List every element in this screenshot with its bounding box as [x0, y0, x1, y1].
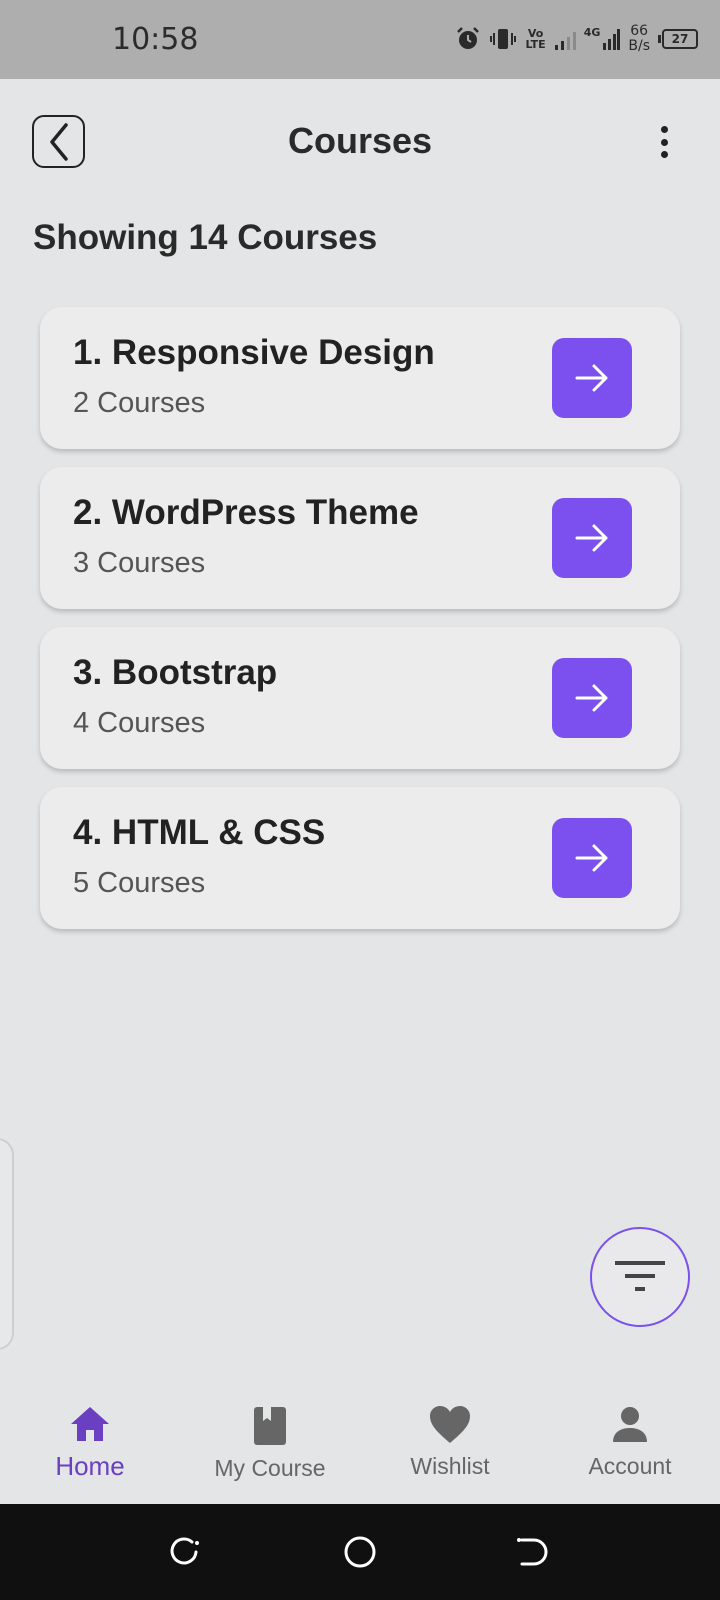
course-title: 3. Bootstrap — [73, 653, 278, 692]
arrow-right-icon — [575, 844, 608, 872]
open-course-button[interactable] — [552, 818, 632, 898]
signal-icon — [554, 32, 576, 50]
vibrate-icon — [490, 29, 517, 49]
arrow-right-icon — [575, 524, 608, 552]
home-system-icon[interactable] — [342, 1534, 378, 1570]
network-speed: 66 B/s — [628, 23, 650, 54]
course-card[interactable]: 1. Responsive Design 2 Courses — [40, 307, 680, 449]
recent-apps-icon[interactable] — [166, 1534, 202, 1570]
course-card[interactable]: 2. WordPress Theme 3 Courses — [40, 467, 680, 609]
course-title: 1. Responsive Design — [73, 333, 435, 372]
course-card[interactable]: 3. Bootstrap 4 Courses — [40, 627, 680, 769]
nav-my-course-label: My Course — [214, 1455, 326, 1481]
arrow-right-icon — [575, 364, 608, 392]
alarm-icon — [457, 27, 480, 49]
battery-icon: 27 — [658, 29, 698, 49]
open-course-button[interactable] — [552, 498, 632, 578]
network-4g-indicator: 4G — [584, 27, 621, 51]
battery-level: 27 — [671, 31, 689, 46]
filter-icon — [615, 1261, 665, 1291]
course-count: 5 Courses — [73, 867, 206, 899]
nav-home-label: Home — [55, 1451, 125, 1481]
open-course-button[interactable] — [552, 338, 632, 418]
more-vertical-icon — [660, 126, 668, 133]
status-icons: Vo LTE 4G 66 B/s 27 — [455, 22, 698, 56]
nav-account[interactable]: Account — [540, 1390, 720, 1504]
volte-indicator: Vo LTE — [525, 27, 546, 51]
course-count: 2 Courses — [73, 387, 206, 419]
nav-home[interactable]: Home — [0, 1390, 180, 1504]
arrow-right-icon — [575, 684, 608, 712]
course-list: 1. Responsive Design 2 Courses 2. WordPr… — [40, 307, 680, 947]
nav-my-course[interactable]: My Course — [180, 1390, 360, 1504]
course-card[interactable]: 4. HTML & CSS 5 Courses — [40, 787, 680, 929]
nav-wishlist[interactable]: Wishlist — [360, 1390, 540, 1504]
page-title: Courses — [287, 120, 433, 161]
person-icon — [613, 1407, 647, 1442]
more-options-button[interactable] — [648, 122, 680, 162]
home-icon — [71, 1407, 109, 1441]
book-icon — [254, 1407, 286, 1445]
filter-button[interactable] — [590, 1227, 690, 1327]
course-title: 2. WordPress Theme — [73, 493, 419, 532]
course-count-summary: Showing 14 Courses — [33, 218, 378, 257]
nav-wishlist-label: Wishlist — [410, 1453, 490, 1479]
heart-icon — [430, 1406, 470, 1443]
nav-account-label: Account — [588, 1453, 672, 1479]
course-title: 4. HTML & CSS — [73, 813, 326, 852]
status-bar: 10:58 Vo LTE 4G 66 B/s 27 — [0, 0, 720, 79]
course-count: 4 Courses — [73, 707, 206, 739]
back-system-icon[interactable] — [514, 1534, 550, 1570]
status-time: 10:58 — [112, 22, 199, 57]
open-course-button[interactable] — [552, 658, 632, 738]
bottom-navigation: Home My Course Wishlist Account — [0, 1390, 720, 1504]
course-count: 3 Courses — [73, 547, 206, 579]
side-drawer-handle[interactable] — [0, 1138, 14, 1350]
signal-4g-icon — [603, 29, 621, 50]
system-navigation-bar — [0, 1504, 720, 1600]
